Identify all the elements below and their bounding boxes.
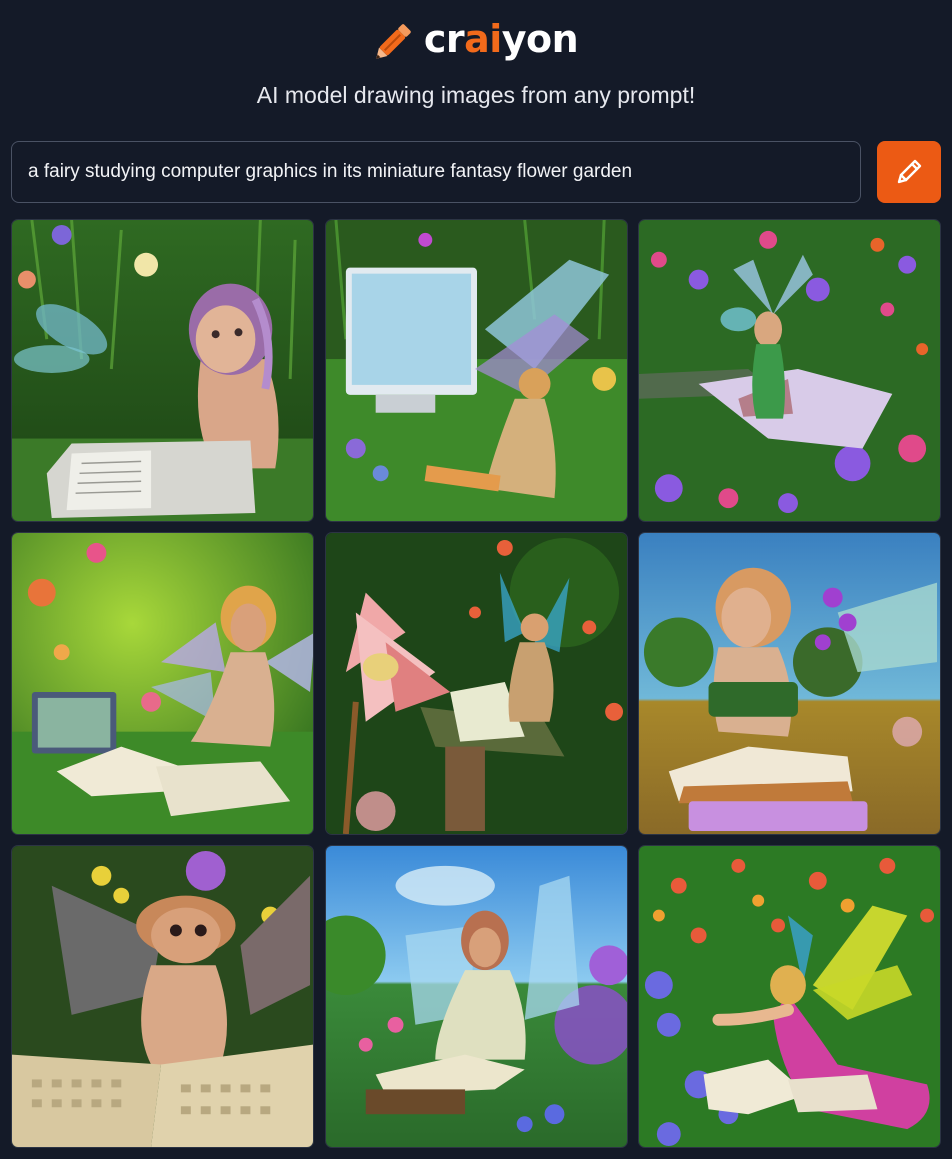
logo-prefix: cr: [423, 17, 465, 61]
logo-suffix: yon: [501, 17, 579, 61]
tagline: AI model drawing images from any prompt!: [256, 82, 696, 108]
result-image-5-art: [326, 533, 627, 834]
prompt-input[interactable]: a fairy studying computer graphics in it…: [11, 141, 861, 203]
result-image-1-art: [12, 220, 313, 521]
result-image-9-art: [639, 846, 940, 1147]
result-image-3[interactable]: [638, 219, 941, 522]
pencil-icon: [897, 159, 922, 184]
result-image-6-art: [639, 533, 940, 834]
logo-accent: ai: [464, 17, 502, 61]
pencil-logo-icon: [376, 24, 411, 59]
result-image-2[interactable]: [325, 219, 628, 522]
result-image-7[interactable]: [11, 845, 314, 1148]
results-grid: [11, 219, 942, 1149]
logo-wordmark[interactable]: craiyon: [423, 17, 579, 61]
header: craiyon: [0, 14, 952, 64]
result-image-6[interactable]: [638, 532, 941, 835]
result-image-7-art: [12, 846, 313, 1147]
result-image-8[interactable]: [325, 845, 628, 1148]
result-image-4-art: [12, 533, 313, 834]
result-image-4[interactable]: [11, 532, 314, 835]
result-image-1[interactable]: [11, 219, 314, 522]
result-image-9[interactable]: [638, 845, 941, 1148]
result-image-2-art: [326, 220, 627, 521]
result-image-8-art: [326, 846, 627, 1147]
draw-button[interactable]: [877, 141, 941, 203]
result-image-3-art: [639, 220, 940, 521]
result-image-5[interactable]: [325, 532, 628, 835]
